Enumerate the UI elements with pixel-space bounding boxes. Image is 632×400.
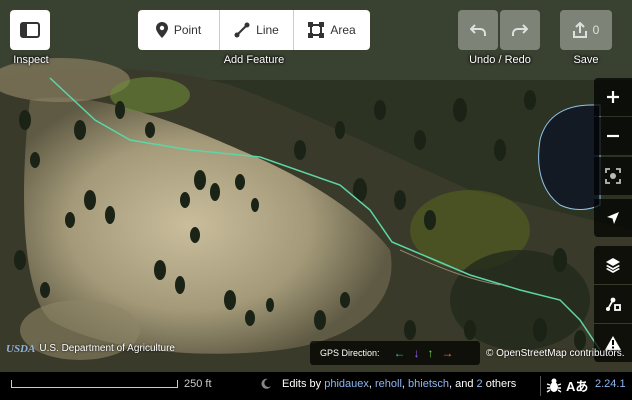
add-line-button[interactable]: Line [220, 10, 294, 50]
zoom-in-icon [607, 91, 619, 103]
contributor-link[interactable]: phidauex [324, 378, 369, 390]
scale-bar[interactable] [11, 380, 178, 388]
others-label: others [485, 378, 517, 390]
bug-report-icon[interactable] [546, 377, 562, 393]
zoom-out-button[interactable] [594, 117, 632, 155]
moon-icon[interactable] [260, 378, 272, 390]
save-button[interactable]: 0 [560, 10, 612, 50]
undo-icon [470, 24, 486, 36]
map-data-button[interactable] [594, 285, 632, 323]
add-point-button[interactable]: Point [138, 10, 220, 50]
undo-button[interactable] [458, 10, 498, 50]
inspect-button[interactable] [10, 10, 50, 50]
others-count-link[interactable]: 2 [477, 378, 483, 390]
undo-redo-group: Undo / Redo [458, 0, 542, 66]
usda-attribution-text: U.S. Department of Agriculture [39, 343, 175, 354]
point-icon [155, 22, 168, 38]
save-count: 0 [592, 23, 600, 37]
inspect-label: Inspect [13, 54, 49, 66]
gps-direction-legend: GPS Direction: ← ↓ ↑ → [310, 341, 480, 365]
contributor-link[interactable]: bhietsch [408, 378, 449, 390]
undo-redo-bar [458, 10, 542, 50]
footer: 250 ft Edits by phidauex, reholl, bhiets… [0, 372, 632, 400]
add-point-label: Point [173, 23, 202, 37]
language-icon[interactable]: Aあ [566, 376, 588, 395]
save-group: 0 Save [560, 0, 612, 66]
gps-arrow-up-icon: ↑ [427, 346, 434, 360]
sidebar-toggle-icon [20, 22, 40, 38]
undo-redo-label: Undo / Redo [469, 54, 531, 66]
redo-button[interactable] [500, 10, 540, 50]
scale-label: 250 ft [184, 378, 212, 390]
redo-icon [512, 24, 528, 36]
contributor-link[interactable]: reholl [375, 378, 402, 390]
gps-arrow-down-icon: ↓ [413, 346, 420, 360]
line-icon [234, 22, 250, 38]
zoom-out-icon [607, 134, 619, 138]
footer-divider [540, 376, 541, 396]
add-feature-group: Point Line Area Add Feature [138, 0, 370, 66]
osm-attribution[interactable]: © OpenStreetMap contributors. [486, 348, 625, 359]
add-area-button[interactable]: Area [294, 10, 370, 50]
gps-arrow-left-icon: ← [393, 346, 406, 360]
edits-and: and [455, 378, 474, 390]
add-feature-label: Add Feature [223, 54, 285, 66]
inspect-group: Inspect [10, 0, 52, 66]
background-layers-icon [606, 258, 620, 273]
gps-direction-label: GPS Direction: [320, 348, 380, 358]
add-line-label: Line [256, 23, 279, 37]
area-icon [308, 22, 325, 38]
upload-icon [572, 22, 587, 38]
add-area-label: Area [330, 23, 356, 37]
background-button[interactable] [594, 246, 632, 284]
version-link[interactable]: 2.24.1 [595, 378, 626, 390]
add-feature-bar: Point Line Area [138, 10, 370, 50]
map-data-icon [606, 297, 621, 311]
gps-arrow-right-icon: → [441, 346, 454, 360]
zoom-to-selection-button[interactable] [594, 157, 632, 195]
save-label: Save [573, 54, 599, 66]
edits-attribution: Edits by phidauex, reholl, bhietsch, and… [282, 378, 516, 390]
imagery-attribution: USDA U.S. Department of Agriculture [6, 343, 175, 354]
zoom-to-selection-icon [605, 168, 621, 184]
geolocate-icon [607, 212, 619, 224]
geolocate-button[interactable] [594, 199, 632, 237]
zoom-in-button[interactable] [594, 78, 632, 116]
usda-logo: USDA [6, 342, 36, 355]
edits-prefix: Edits by [282, 378, 322, 390]
